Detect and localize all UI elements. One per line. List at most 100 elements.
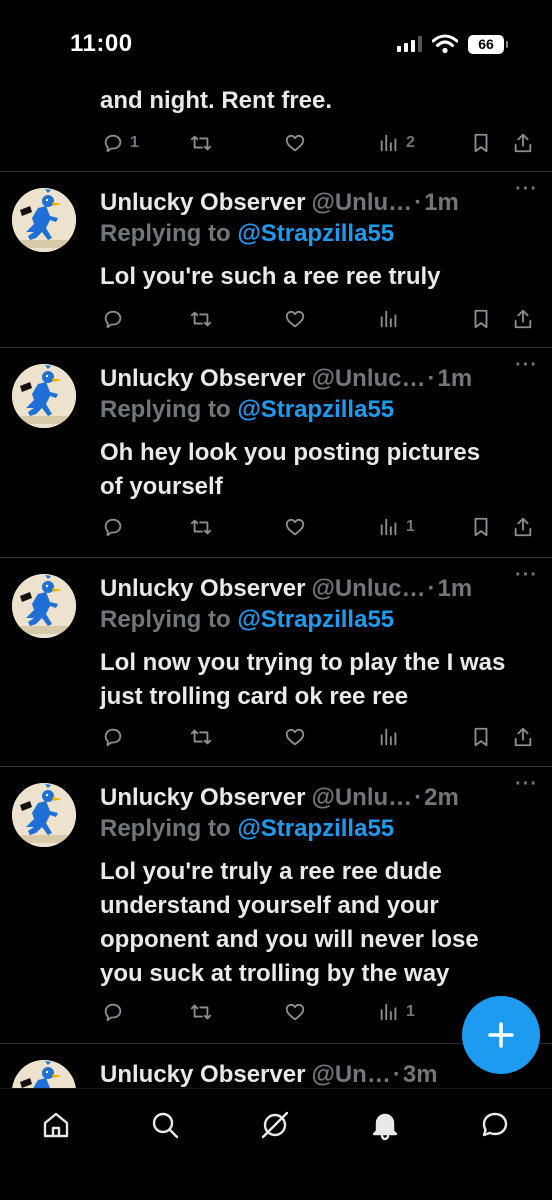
views-button[interactable]: 1 xyxy=(378,512,415,542)
plus-icon xyxy=(488,1022,514,1048)
tweet-time: 1m xyxy=(424,189,459,216)
share-icon xyxy=(512,132,534,154)
views-count: 1 xyxy=(406,518,415,535)
avatar[interactable] xyxy=(12,364,76,428)
notifications-icon xyxy=(372,1113,398,1141)
share-button[interactable] xyxy=(512,128,534,158)
tweet-time: 1m xyxy=(437,365,473,392)
nav-home[interactable] xyxy=(36,1105,76,1145)
like-button[interactable] xyxy=(284,128,306,158)
display-name[interactable]: Unlucky Observer xyxy=(100,784,305,812)
like-button[interactable] xyxy=(284,997,306,1027)
nav-messages[interactable] xyxy=(475,1105,515,1145)
user-handle[interactable]: @Unluc… xyxy=(311,575,425,603)
views-button[interactable] xyxy=(378,304,400,334)
like-button[interactable] xyxy=(284,722,306,752)
bookmark-button[interactable] xyxy=(470,128,492,158)
like-icon xyxy=(284,516,306,538)
views-icon xyxy=(378,726,400,748)
user-handle[interactable]: @Unluc… xyxy=(311,365,425,393)
mention-link[interactable]: @Strapzilla55 xyxy=(237,815,394,842)
tweet-actions: 1 2 xyxy=(100,128,538,158)
mention-link[interactable]: @Strapzilla55 xyxy=(237,606,394,633)
more-options-icon[interactable]: ··· xyxy=(515,773,538,796)
user-handle[interactable]: @Unlu… xyxy=(311,784,412,812)
bookmark-button[interactable] xyxy=(470,304,492,334)
views-button[interactable] xyxy=(378,722,400,752)
user-handle[interactable]: @Unlu… xyxy=(311,189,412,217)
retweet-button[interactable] xyxy=(190,304,212,334)
reply-button[interactable]: 1 xyxy=(102,128,139,158)
nav-notifications[interactable] xyxy=(365,1105,405,1145)
views-icon xyxy=(378,308,400,330)
views-count: 2 xyxy=(406,134,415,151)
tweet-text: and night. Rent free. xyxy=(100,87,333,114)
replying-to: Replying to @Strapzilla55 xyxy=(100,606,395,633)
timeline[interactable]: and night. Rent free. 1 2 Unlucky Observ… xyxy=(0,86,552,1088)
display-name[interactable]: Unlucky Observer xyxy=(100,365,305,393)
mention-link[interactable]: @Strapzilla55 xyxy=(237,220,394,247)
tweet-actions xyxy=(100,304,538,334)
like-icon xyxy=(284,308,306,330)
reply-button[interactable] xyxy=(102,722,124,752)
views-count: 1 xyxy=(406,1003,415,1020)
tweet[interactable]: Unlucky Observer @Unlu… · 1m ··· Replyin… xyxy=(0,172,552,348)
tweet[interactable]: Unlucky Observer @Unlu… · 2m ··· Replyin… xyxy=(0,767,552,1044)
grok-icon xyxy=(261,1111,289,1139)
like-button[interactable] xyxy=(284,512,306,542)
avatar[interactable] xyxy=(12,783,76,847)
bookmark-icon xyxy=(470,726,492,748)
tweet-time: 1m xyxy=(437,575,473,602)
tweet-header: Unlucky Observer @Unluc… · 1m xyxy=(100,572,552,606)
user-handle[interactable]: @Un… xyxy=(311,1061,390,1088)
share-icon xyxy=(512,516,534,538)
mention-link[interactable]: @Strapzilla55 xyxy=(237,396,394,423)
views-button[interactable]: 2 xyxy=(378,128,415,158)
display-name[interactable]: Unlucky Observer xyxy=(100,575,305,603)
tweet-text: Lol you're such a ree ree truly xyxy=(100,263,441,290)
views-button[interactable]: 1 xyxy=(378,997,415,1027)
tweet-actions xyxy=(100,722,538,752)
share-icon xyxy=(512,726,534,748)
more-options-icon[interactable]: ··· xyxy=(515,564,538,587)
retweet-button[interactable] xyxy=(190,722,212,752)
display-name[interactable]: Unlucky Observer xyxy=(100,189,305,217)
more-options-icon[interactable]: ··· xyxy=(515,354,538,377)
tweet-actions: 1 xyxy=(100,512,538,542)
compose-button[interactable] xyxy=(462,996,540,1074)
separator-dot: · xyxy=(427,575,436,602)
avatar[interactable] xyxy=(12,574,76,638)
tweet[interactable]: Unlucky Observer @Unluc… · 1m ··· Replyi… xyxy=(0,348,552,558)
retweet-button[interactable] xyxy=(190,997,212,1027)
retweet-button[interactable] xyxy=(190,128,212,158)
more-options-icon[interactable]: ··· xyxy=(515,178,538,201)
retweet-button[interactable] xyxy=(190,512,212,542)
bookmark-button[interactable] xyxy=(470,512,492,542)
avatar[interactable] xyxy=(12,1060,76,1088)
nav-search[interactable] xyxy=(145,1105,185,1145)
bottom-nav xyxy=(0,1088,552,1200)
tweet[interactable]: Unlucky Observer @Unluc… · 1m ··· Replyi… xyxy=(0,558,552,767)
replying-to: Replying to @Strapzilla55 xyxy=(100,815,395,842)
status-time: 11:00 xyxy=(70,30,133,57)
tweet-time: 3m xyxy=(402,1061,438,1088)
share-button[interactable] xyxy=(512,722,534,752)
reply-button[interactable] xyxy=(102,512,124,542)
like-button[interactable] xyxy=(284,304,306,334)
tweet-header: Unlucky Observer @Unlu… · 2m xyxy=(100,781,552,815)
retweet-icon xyxy=(190,132,212,154)
like-icon xyxy=(284,1001,306,1023)
share-button[interactable] xyxy=(512,512,534,542)
nav-grok[interactable] xyxy=(255,1105,295,1145)
reply-button[interactable] xyxy=(102,304,124,334)
home-icon xyxy=(43,1112,69,1138)
reply-button[interactable] xyxy=(102,997,124,1027)
tweet[interactable]: and night. Rent free. 1 2 xyxy=(0,86,552,172)
display-name[interactable]: Unlucky Observer xyxy=(100,1061,305,1088)
status-icons: 66 xyxy=(397,34,508,54)
avatar[interactable] xyxy=(12,188,76,252)
share-button[interactable] xyxy=(512,304,534,334)
bookmark-button[interactable] xyxy=(470,722,492,752)
reply-icon xyxy=(102,726,124,748)
replying-to: Replying to @Strapzilla55 xyxy=(100,220,395,247)
